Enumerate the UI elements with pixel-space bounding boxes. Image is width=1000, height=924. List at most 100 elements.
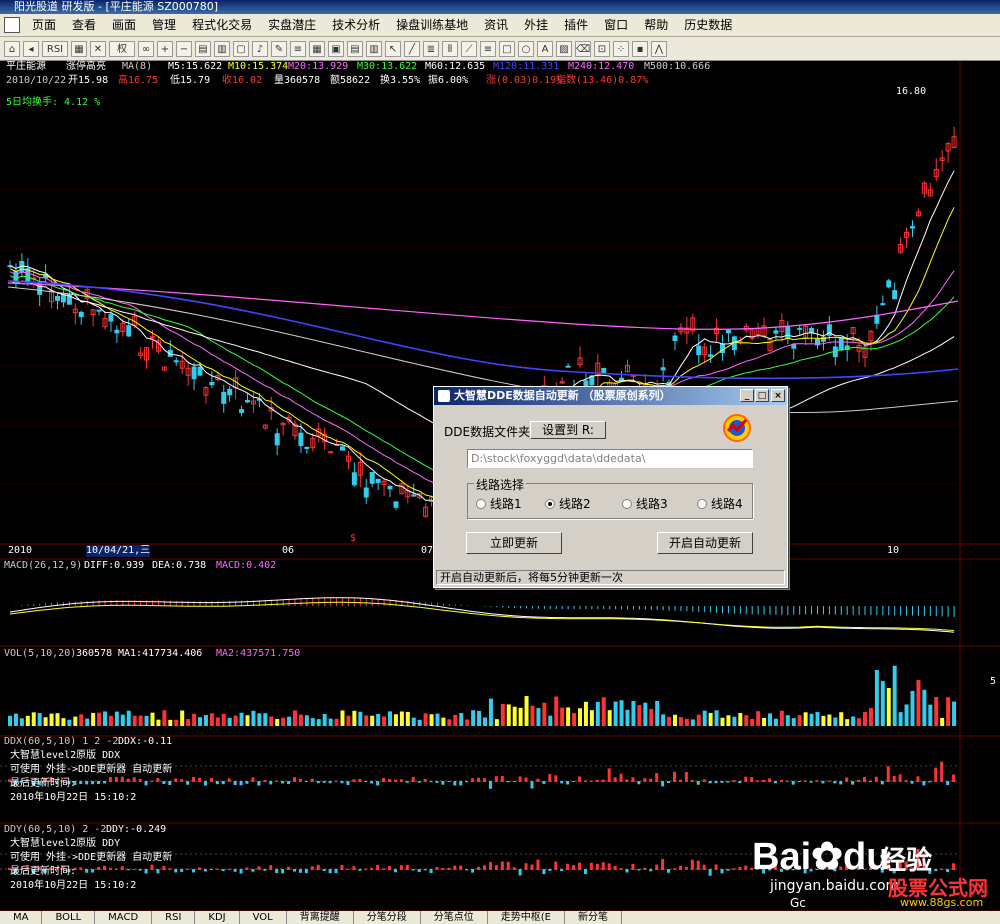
dde-logo-icon <box>723 414 751 442</box>
volume-bar <box>471 710 476 726</box>
lock-icon[interactable]: ⊡ <box>594 40 610 57</box>
close-button[interactable]: × <box>771 389 785 402</box>
rights-button[interactable]: 权 <box>109 40 135 57</box>
maximize-button[interactable]: □ <box>755 389 769 402</box>
set-to-r-button[interactable]: 设置到 R: <box>530 421 606 439</box>
ddx-bar <box>643 778 647 782</box>
home-icon[interactable]: ⌂ <box>4 40 20 57</box>
ddy-bar <box>471 869 475 873</box>
back-icon[interactable]: ◂ <box>23 40 39 57</box>
dialog-title-bar[interactable]: 大智慧DDE数据自动更新 （股票原创系列） _ □ × <box>434 387 787 405</box>
channel-icon[interactable]: ≣ <box>423 40 439 57</box>
menu-item-tech-analysis[interactable]: 技术分析 <box>324 14 388 36</box>
rect-icon[interactable]: □ <box>499 40 515 57</box>
update-now-button[interactable]: 立即更新 <box>466 532 562 554</box>
window-icon[interactable]: ▣ <box>328 40 344 57</box>
ddx-bar <box>203 781 207 786</box>
menu-item-plugin-ext[interactable]: 外挂 <box>516 14 556 36</box>
app-icon[interactable] <box>4 17 20 33</box>
menu-item-manage[interactable]: 管理 <box>144 14 184 36</box>
route-2-radio[interactable]: 线路2 <box>545 495 591 512</box>
volume-bar <box>334 718 339 726</box>
eraser-icon[interactable]: ⌫ <box>575 40 591 57</box>
menu-item-program-trading[interactable]: 程式化交易 <box>184 14 260 36</box>
candle-body <box>340 446 345 451</box>
tab-macd[interactable]: MACD <box>95 911 153 924</box>
xaxis-label-06: 06 <box>282 545 295 556</box>
volume-bar <box>358 711 363 726</box>
tab-tick-segment[interactable]: 分笔分段 <box>354 911 421 924</box>
fan-icon[interactable]: ⟋ <box>461 40 477 57</box>
volume-bar <box>696 714 701 726</box>
ddy-bar <box>233 869 237 872</box>
ddy-bar <box>619 868 623 870</box>
tab-trend-center[interactable]: 走势中枢(E <box>488 911 565 924</box>
menu-item-window[interactable]: 窗口 <box>596 14 636 36</box>
volume-bar <box>37 713 42 726</box>
tab-vol[interactable]: VOL <box>240 911 287 924</box>
ddx-bar <box>566 781 570 785</box>
cross-icon[interactable]: ✕ <box>90 40 106 57</box>
volume-bar <box>61 718 66 726</box>
route-3-radio[interactable]: 线路3 <box>622 495 668 512</box>
pen-icon[interactable]: ✎ <box>271 40 287 57</box>
ddx-bar <box>393 779 397 782</box>
line-icon[interactable]: ╱ <box>404 40 420 57</box>
tab-tick-point[interactable]: 分笔点位 <box>421 911 488 924</box>
menu-item-page[interactable]: 页面 <box>24 14 64 36</box>
tab-rsi[interactable]: RSI <box>152 911 196 924</box>
book-icon[interactable]: ▤ <box>195 40 211 57</box>
text-tool-icon[interactable]: A <box>537 40 553 57</box>
fibo-icon[interactable]: ≡ <box>480 40 496 57</box>
ddx-bar <box>625 779 629 782</box>
volume-bar <box>488 698 493 726</box>
ddy-bar <box>304 869 308 874</box>
volume-bar <box>126 710 131 726</box>
tab-boll[interactable]: BOLL <box>42 911 96 924</box>
trend-icon[interactable]: ⋀ <box>651 40 667 57</box>
volume-bar <box>287 716 292 726</box>
ddx-bar <box>512 781 516 783</box>
ellipse-icon[interactable]: ○ <box>518 40 534 57</box>
menu-item-view[interactable]: 查看 <box>64 14 104 36</box>
auto-update-button[interactable]: 开启自动更新 <box>657 532 753 554</box>
image-icon[interactable]: ▨ <box>556 40 572 57</box>
list-icon[interactable]: ≡ <box>290 40 306 57</box>
tab-kdj[interactable]: KDJ <box>195 911 240 924</box>
zoom-out-icon[interactable]: − <box>176 40 192 57</box>
grid-icon[interactable]: ▥ <box>214 40 230 57</box>
zoom-in-icon[interactable]: + <box>157 40 173 57</box>
chart-icon[interactable]: ▦ <box>71 40 87 57</box>
ddy-bar <box>714 864 718 870</box>
ddx-bar <box>744 776 748 782</box>
candle-body <box>191 366 197 380</box>
menu-item-plugins[interactable]: 插件 <box>556 14 596 36</box>
panel-icon[interactable]: ▥ <box>366 40 382 57</box>
save-icon[interactable]: ▪ <box>632 40 648 57</box>
tab-ma[interactable]: MA <box>0 911 43 924</box>
menu-item-screen[interactable]: 画面 <box>104 14 144 36</box>
menu-item-history[interactable]: 历史数据 <box>676 14 740 36</box>
bars-icon[interactable]: ⫴ <box>442 40 458 57</box>
folder-path-input[interactable]: D:\stock\foxyggd\data\ddedata\ <box>467 449 753 468</box>
site-url: www.88gs.com <box>900 896 984 909</box>
palette-icon[interactable]: ⁘ <box>613 40 629 57</box>
tab-divergence[interactable]: 背离提醒 <box>287 911 354 924</box>
cursor-icon[interactable]: ↖ <box>385 40 401 57</box>
tab-new-tick[interactable]: 新分笔 <box>565 911 622 924</box>
menu-item-help[interactable]: 帮助 <box>636 14 676 36</box>
glasses-icon[interactable]: ∞ <box>138 40 154 57</box>
menu-item-live[interactable]: 实盘潜庄 <box>260 14 324 36</box>
rsi-button[interactable]: RSI <box>42 40 68 57</box>
alarm-icon[interactable]: ♪ <box>252 40 268 57</box>
ddy-bar <box>554 861 558 870</box>
layout-icon[interactable]: ▤ <box>347 40 363 57</box>
route-1-radio[interactable]: 线路1 <box>476 495 522 512</box>
minimize-button[interactable]: _ <box>740 389 754 402</box>
box-icon[interactable]: ▢ <box>233 40 249 57</box>
table-icon[interactable]: ▦ <box>309 40 325 57</box>
route-4-radio[interactable]: 线路4 <box>697 495 743 512</box>
menu-item-training[interactable]: 操盘训练基地 <box>388 14 476 36</box>
volume-bar <box>934 697 939 726</box>
menu-item-info[interactable]: 资讯 <box>476 14 516 36</box>
